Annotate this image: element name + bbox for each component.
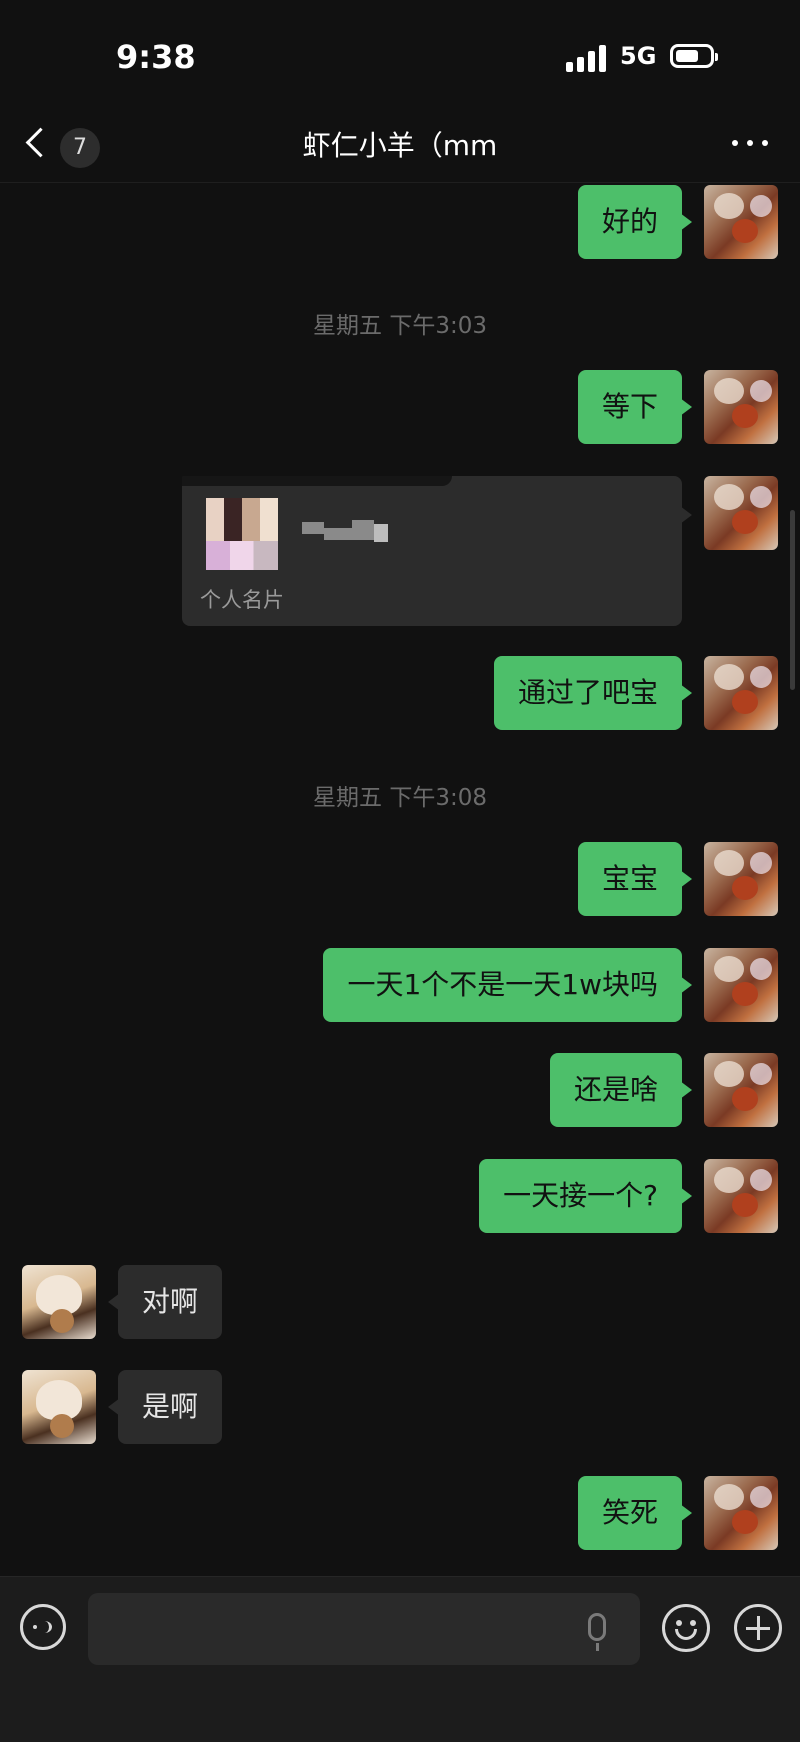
message-bubble[interactable]: 对啊 [107, 1265, 223, 1339]
my-avatar[interactable] [704, 1159, 778, 1233]
network-type: 5G [620, 42, 657, 70]
message-bubble[interactable]: 等下 [577, 370, 693, 444]
contact-card-name-blurred [302, 520, 402, 542]
scrollbar[interactable] [790, 510, 795, 690]
status-time: 9:38 [116, 38, 196, 76]
status-bar: 9:38 5G [0, 0, 800, 110]
message-bubble[interactable]: 笑死 [577, 1476, 693, 1550]
message-bubble[interactable]: 还是啥 [549, 1053, 693, 1127]
message-bubble[interactable]: 通过了吧宝 [493, 656, 693, 730]
signal-icon [566, 44, 610, 72]
more-functions-button[interactable] [734, 1604, 782, 1652]
input-bar [0, 1576, 800, 1742]
contact-avatar[interactable] [22, 1370, 96, 1444]
time-divider: 星期五 下午3:08 [313, 785, 487, 811]
my-avatar[interactable] [704, 656, 778, 730]
contact-card-photo [206, 498, 278, 570]
contact-card[interactable]: 个人名片 [182, 476, 692, 626]
message-input[interactable] [88, 1593, 640, 1665]
microphone-icon[interactable] [588, 1613, 606, 1641]
voice-mode-button[interactable] [20, 1604, 66, 1650]
message-bubble[interactable]: 一天1个不是一天1w块吗 [323, 948, 692, 1022]
my-avatar[interactable] [704, 476, 778, 550]
message-bubble[interactable]: 是啊 [107, 1370, 223, 1444]
my-avatar[interactable] [704, 842, 778, 916]
my-avatar[interactable] [704, 370, 778, 444]
emoji-button[interactable] [662, 1604, 710, 1652]
chat-title: 虾仁小羊（mm [302, 129, 498, 162]
my-avatar[interactable] [704, 1053, 778, 1127]
message-bubble[interactable]: 宝宝 [577, 842, 693, 916]
my-avatar[interactable] [704, 948, 778, 1022]
time-divider: 星期五 下午3:03 [313, 313, 487, 339]
my-avatar[interactable] [704, 185, 778, 259]
contact-card-label: 个人名片 [200, 588, 284, 612]
message-bubble[interactable]: 好的 [577, 185, 693, 259]
contact-avatar[interactable] [22, 1265, 96, 1339]
battery-icon [670, 44, 718, 68]
chat-header: 7 虾仁小羊（mm [0, 110, 800, 183]
my-avatar[interactable] [704, 1476, 778, 1550]
message-bubble[interactable]: 一天接一个? [479, 1159, 692, 1233]
more-options-button[interactable] [730, 132, 770, 152]
